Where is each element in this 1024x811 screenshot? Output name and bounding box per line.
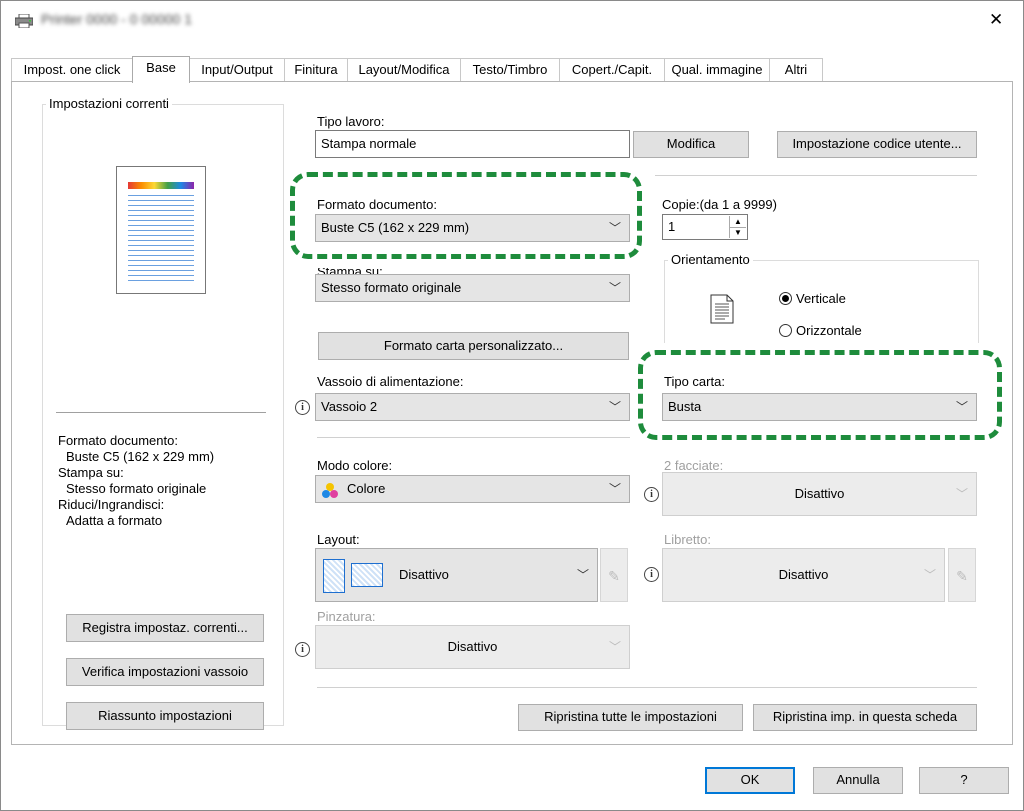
paper-type-highlight: [638, 350, 1002, 440]
input-tray-value: Vassoio 2: [321, 399, 378, 414]
tab-finitura[interactable]: Finitura: [284, 58, 348, 81]
info-icon[interactable]: i: [295, 400, 310, 415]
duplex-select[interactable]: Disattivo ﹀: [662, 472, 977, 516]
document-preview: [116, 166, 206, 294]
info-icon[interactable]: i: [644, 487, 659, 502]
stepper-up-icon[interactable]: ▲: [730, 216, 746, 228]
chevron-down-icon: ﹀: [608, 400, 621, 414]
tab-input-output[interactable]: Input/Output: [189, 58, 285, 81]
tab-qual-immagine[interactable]: Qual. immagine: [664, 58, 770, 81]
tab-copert-capit[interactable]: Copert./Capit.: [559, 58, 665, 81]
chevron-down-icon: ﹀: [608, 640, 621, 654]
reset-tab-settings-button[interactable]: Ripristina imp. in questa scheda: [753, 704, 977, 731]
copies-value: 1: [668, 219, 676, 234]
booklet-select[interactable]: Disattivo ﹀: [662, 548, 945, 602]
layout-landscape-icon: [351, 563, 383, 587]
document-size-highlight: [290, 172, 642, 259]
modify-button[interactable]: Modifica: [633, 131, 749, 158]
input-tray-label: Vassoio di alimentazione:: [317, 374, 464, 389]
left-divider: [56, 412, 266, 413]
portrait-radio[interactable]: [779, 292, 792, 305]
duplex-value: Disattivo: [794, 486, 845, 501]
staple-select[interactable]: Disattivo ﹀: [315, 625, 630, 669]
ok-button[interactable]: OK: [705, 767, 795, 794]
preview-text-lines: [128, 195, 194, 283]
chevron-down-icon: ﹀: [608, 482, 621, 496]
landscape-label[interactable]: Orizzontale: [796, 323, 862, 338]
window-title: Printer 0000 - 0 00000 1: [41, 11, 192, 27]
print-on-select[interactable]: Stesso formato originale ﹀: [315, 274, 630, 302]
layout-select[interactable]: Disattivo ﹀: [315, 548, 598, 602]
chevron-down-icon: ﹀: [955, 487, 968, 501]
chevron-down-icon: ﹀: [576, 568, 589, 582]
preview-color-band: [128, 182, 194, 189]
booklet-value: Disattivo: [778, 567, 829, 582]
booklet-edit-icon[interactable]: ✎: [948, 548, 976, 602]
summary-line: Formato documento:: [58, 433, 178, 448]
landscape-radio[interactable]: [779, 324, 792, 337]
color-mode-label: Modo colore:: [317, 458, 393, 473]
summary-line: Buste C5 (162 x 229 mm): [66, 449, 215, 464]
cancel-button[interactable]: Annulla: [813, 767, 903, 794]
info-icon[interactable]: i: [295, 642, 310, 657]
staple-value: Disattivo: [447, 639, 498, 654]
check-tray-settings-button[interactable]: Verifica impostazioni vassoio: [66, 658, 264, 686]
tab-testo-timbro[interactable]: Testo/Timbro: [460, 58, 560, 81]
custom-paper-size-button[interactable]: Formato carta personalizzato...: [318, 332, 629, 360]
settings-summary-button[interactable]: Riassunto impostazioni: [66, 702, 264, 730]
close-icon[interactable]: ✕: [989, 10, 1003, 30]
tab-panel-base: Impostazioni correnti Formato documento:…: [11, 81, 1013, 745]
booklet-label: Libretto:: [664, 532, 711, 547]
input-tray-select[interactable]: Vassoio 2 ﹀: [315, 393, 630, 421]
duplex-label: 2 facciate:: [664, 458, 724, 473]
tab-layout-modifica[interactable]: Layout/Modifica: [347, 58, 461, 81]
copies-stepper[interactable]: ▲ ▼: [729, 216, 746, 238]
layout-label: Layout:: [317, 532, 360, 547]
job-type-field[interactable]: Stampa normale: [315, 130, 630, 158]
layout-edit-icon[interactable]: ✎: [600, 548, 628, 602]
title-bar: Printer 0000 - 0 00000 1 ✕: [1, 1, 1023, 41]
stepper-down-icon[interactable]: ▼: [730, 228, 746, 238]
save-current-settings-button[interactable]: Registra impostaz. correnti...: [66, 614, 264, 642]
info-icon[interactable]: i: [644, 567, 659, 582]
help-button[interactable]: ?: [919, 767, 1009, 794]
staple-label: Pinzatura:: [317, 609, 376, 624]
copies-field[interactable]: 1 ▲ ▼: [662, 214, 748, 240]
chevron-down-icon: ﹀: [608, 281, 621, 295]
print-dialog-window: Printer 0000 - 0 00000 1 ✕ Impost. one c…: [0, 0, 1024, 811]
reset-all-settings-button[interactable]: Ripristina tutte le impostazioni: [518, 704, 743, 731]
color-dots-icon: [321, 482, 339, 498]
copies-label: Copie:(da 1 a 9999): [662, 197, 777, 212]
summary-line: Adatta a formato: [66, 513, 163, 528]
mid-divider: [317, 437, 630, 438]
summary-line: Riduci/Ingrandisci:: [58, 497, 165, 512]
tab-altri[interactable]: Altri: [769, 58, 823, 81]
layout-portrait-icon: [323, 559, 345, 593]
user-code-settings-button[interactable]: Impostazione codice utente...: [777, 131, 977, 158]
printer-icon: [14, 13, 34, 29]
job-type-label: Tipo lavoro:: [317, 114, 385, 129]
print-on-value: Stesso formato originale: [321, 280, 462, 295]
portrait-label[interactable]: Verticale: [796, 291, 846, 306]
bottom-divider: [317, 687, 977, 688]
job-divider: [655, 175, 977, 176]
chevron-down-icon: ﹀: [923, 568, 936, 582]
current-settings-title: Impostazioni correnti: [46, 96, 172, 111]
tab-impost-one-click[interactable]: Impost. one click: [11, 58, 133, 81]
orientation-title: Orientamento: [668, 252, 753, 267]
summary-line: Stesso formato originale: [66, 481, 207, 496]
portrait-page-icon: [710, 294, 734, 324]
settings-summary: Formato documento: Buste C5 (162 x 229 m…: [58, 433, 214, 529]
color-mode-select[interactable]: Colore ﹀: [315, 475, 630, 503]
tab-base[interactable]: Base: [132, 56, 190, 83]
summary-line: Stampa su:: [58, 465, 124, 480]
